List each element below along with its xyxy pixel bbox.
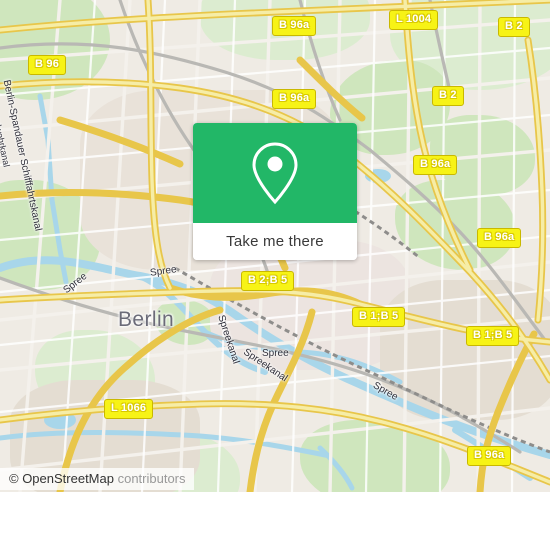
- take-me-there-label: Take me there: [226, 233, 324, 250]
- road-shield[interactable]: B 96a: [413, 155, 458, 175]
- road-shield[interactable]: B 2: [432, 86, 464, 106]
- water-label: Spree: [262, 348, 289, 359]
- road-shield[interactable]: B 2;B 5: [241, 271, 295, 291]
- attribution-contributors: contributors: [117, 471, 186, 486]
- road-shield[interactable]: B 1;B 5: [466, 326, 520, 346]
- location-callout-card[interactable]: Take me there: [193, 123, 357, 260]
- map-canvas[interactable]: Berlin Spree Spree Spreekanal Spreekanal…: [0, 0, 550, 492]
- card-icon-area: [193, 123, 357, 223]
- road-shield[interactable]: B 96: [28, 55, 67, 75]
- attribution-osm[interactable]: © OpenStreetMap: [9, 471, 114, 486]
- map-pin-icon: [252, 142, 298, 205]
- map-screenshot: Berlin Spree Spree Spreekanal Spreekanal…: [0, 0, 550, 550]
- map-attribution: © OpenStreetMap contributors: [0, 468, 194, 490]
- road-shield[interactable]: B 96a: [272, 16, 317, 36]
- road-shield[interactable]: L 1004: [389, 10, 439, 30]
- take-me-there-button[interactable]: Take me there: [193, 223, 357, 260]
- road-shield[interactable]: L 1066: [104, 399, 154, 419]
- city-label: Berlin: [118, 308, 175, 331]
- road-shield[interactable]: B 2: [498, 17, 530, 37]
- road-shield[interactable]: B 96a: [467, 446, 512, 466]
- road-shield[interactable]: B 96a: [477, 228, 522, 248]
- road-shield[interactable]: B 1;B 5: [352, 307, 406, 327]
- road-shield[interactable]: B 96a: [272, 89, 317, 109]
- footer-bar: Karl-Straße Stadtbahnbogen, Mitte, 10179…: [0, 492, 550, 550]
